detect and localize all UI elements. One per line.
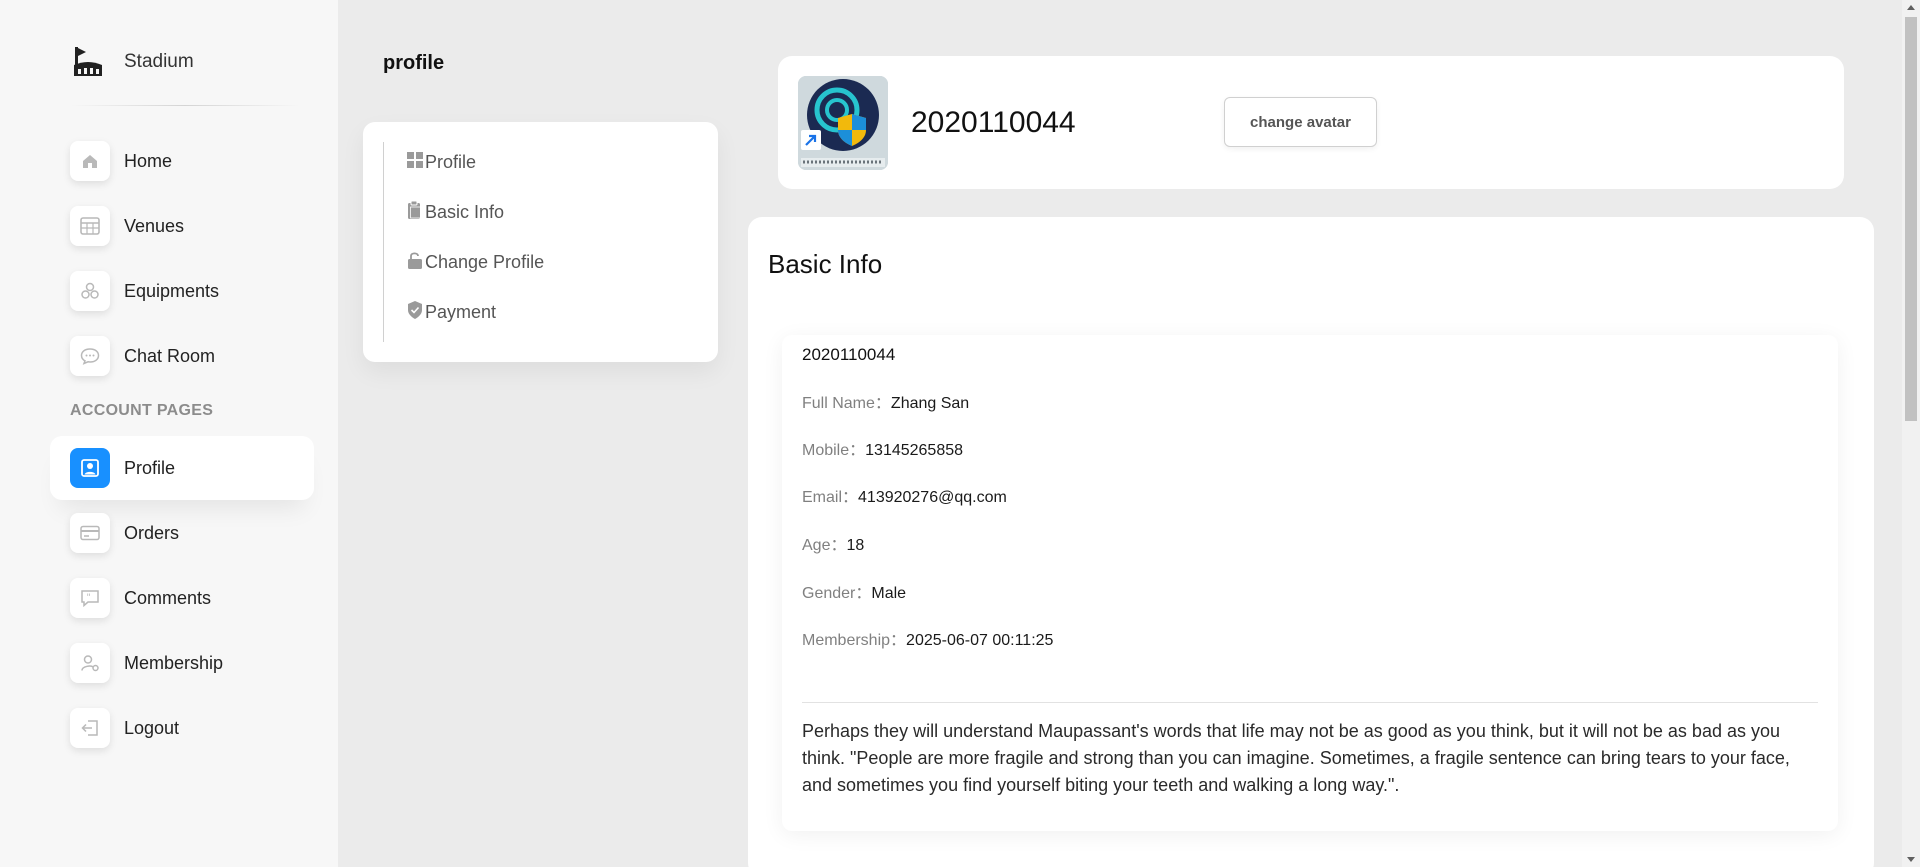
submenu-item-payment[interactable]: Payment	[407, 300, 497, 323]
brand-name: Stadium	[124, 51, 194, 72]
info-key: Mobile：	[802, 442, 866, 459]
profile-submenu: Profile Basic Info Change Profile Paymen…	[363, 122, 718, 362]
info-row-age: Age： 18	[802, 531, 864, 555]
submenu-item-label: Profile	[425, 152, 477, 172]
grid-icon	[407, 151, 423, 168]
sidebar-item-chat-room[interactable]: Chat Room	[50, 324, 314, 388]
sidebar: Stadium Home Venues Equipments Chat Room…	[0, 0, 338, 867]
scroll-down-icon[interactable]	[1907, 857, 1915, 862]
page-title: profile	[383, 52, 445, 74]
brand[interactable]: Stadium	[70, 42, 194, 82]
table-icon	[70, 206, 110, 246]
info-value: Zhang San	[890, 395, 970, 412]
unlock-icon	[408, 251, 422, 269]
sidebar-item-home[interactable]: Home	[50, 129, 314, 193]
info-key: Gender：	[802, 585, 872, 602]
basic-info-title: Basic Info	[768, 249, 883, 279]
submenu-rail	[383, 142, 384, 342]
sidebar-item-orders[interactable]: Orders	[50, 501, 314, 565]
sidebar-item-comments[interactable]: " Comments	[50, 566, 314, 630]
sidebar-item-label: Chat Room	[124, 345, 216, 366]
sidebar-item-venues[interactable]: Venues	[50, 194, 314, 258]
info-key: Membership：	[802, 632, 907, 649]
info-key: Age：	[802, 537, 847, 554]
info-row-gender: Gender： Male	[802, 579, 906, 603]
sidebar-item-label: Comments	[124, 587, 212, 608]
profile-icon	[70, 448, 110, 488]
svg-text:": "	[87, 593, 91, 603]
submenu-item-label: Basic Info	[425, 202, 505, 222]
section-title-account-pages: ACCOUNT PAGES	[70, 402, 214, 419]
sidebar-item-profile[interactable]: Profile	[50, 436, 314, 500]
profile-header-card: 2020110044 change avatar	[778, 56, 1844, 189]
sidebar-item-label: Profile	[124, 457, 176, 478]
change-avatar-button[interactable]: change avatar	[1224, 97, 1377, 147]
info-row-full-name: Full Name： Zhang San	[802, 389, 969, 413]
sidebar-item-label: Orders	[124, 522, 180, 543]
info-row-membership: Membership： 2025-06-07 00:11:25	[802, 626, 1053, 650]
card-icon	[70, 513, 110, 553]
info-value: 18	[846, 537, 865, 554]
submenu-item-profile[interactable]: Profile	[407, 151, 477, 173]
submenu-item-label: Payment	[425, 302, 497, 322]
info-value: 2025-06-07 00:11:25	[906, 632, 1054, 649]
info-key: Email：	[802, 489, 859, 506]
info-username: 2020110044	[802, 345, 896, 364]
avatar[interactable]	[798, 76, 888, 170]
user-settings-icon	[70, 643, 110, 683]
sidebar-item-label: Equipments	[124, 280, 220, 301]
info-key: Full Name：	[802, 395, 891, 412]
sidebar-item-membership[interactable]: Membership	[50, 631, 314, 695]
sidebar-item-label: Home	[124, 150, 173, 171]
header-username: 2020110044	[911, 106, 1076, 139]
info-bio: Perhaps they will understand Maupassant'…	[802, 721, 1790, 795]
submenu-item-change-profile[interactable]: Change Profile	[407, 251, 545, 273]
stadium-logo-icon	[70, 44, 106, 80]
info-row-email: Email： 413920276@qq.com	[802, 483, 1007, 507]
info-divider	[802, 702, 1818, 703]
basic-info-card: Basic Info 2020110044 Full Name： Zhang S…	[748, 217, 1874, 867]
info-row-mobile: Mobile： 13145265858	[802, 436, 963, 460]
sidebar-item-equipments[interactable]: Equipments	[50, 259, 314, 323]
info-value: Male	[871, 585, 907, 602]
clipboard-icon	[408, 200, 421, 219]
home-icon	[70, 141, 110, 181]
chat-icon	[70, 336, 110, 376]
basic-info-panel: 2020110044 Full Name： Zhang San Mobile： …	[782, 335, 1838, 831]
submenu-item-basic-info[interactable]: Basic Info	[407, 200, 505, 223]
scroll-up-icon[interactable]	[1907, 5, 1915, 10]
logout-icon	[70, 708, 110, 748]
info-value: 13145265858	[865, 442, 964, 459]
brand-divider	[70, 105, 300, 106]
sidebar-item-label: Venues	[124, 215, 185, 236]
cubes-icon	[70, 271, 110, 311]
info-value: 413920276@qq.com	[858, 489, 1007, 506]
sidebar-item-label: Membership	[124, 652, 224, 673]
quote-icon: "	[70, 578, 110, 618]
sidebar-item-logout[interactable]: Logout	[50, 696, 314, 760]
page-scrollbar[interactable]	[1902, 0, 1920, 867]
submenu-item-label: Change Profile	[425, 252, 545, 272]
shield-check-icon	[408, 300, 422, 319]
sidebar-item-label: Logout	[124, 717, 180, 738]
scrollbar-thumb[interactable]	[1905, 17, 1917, 421]
